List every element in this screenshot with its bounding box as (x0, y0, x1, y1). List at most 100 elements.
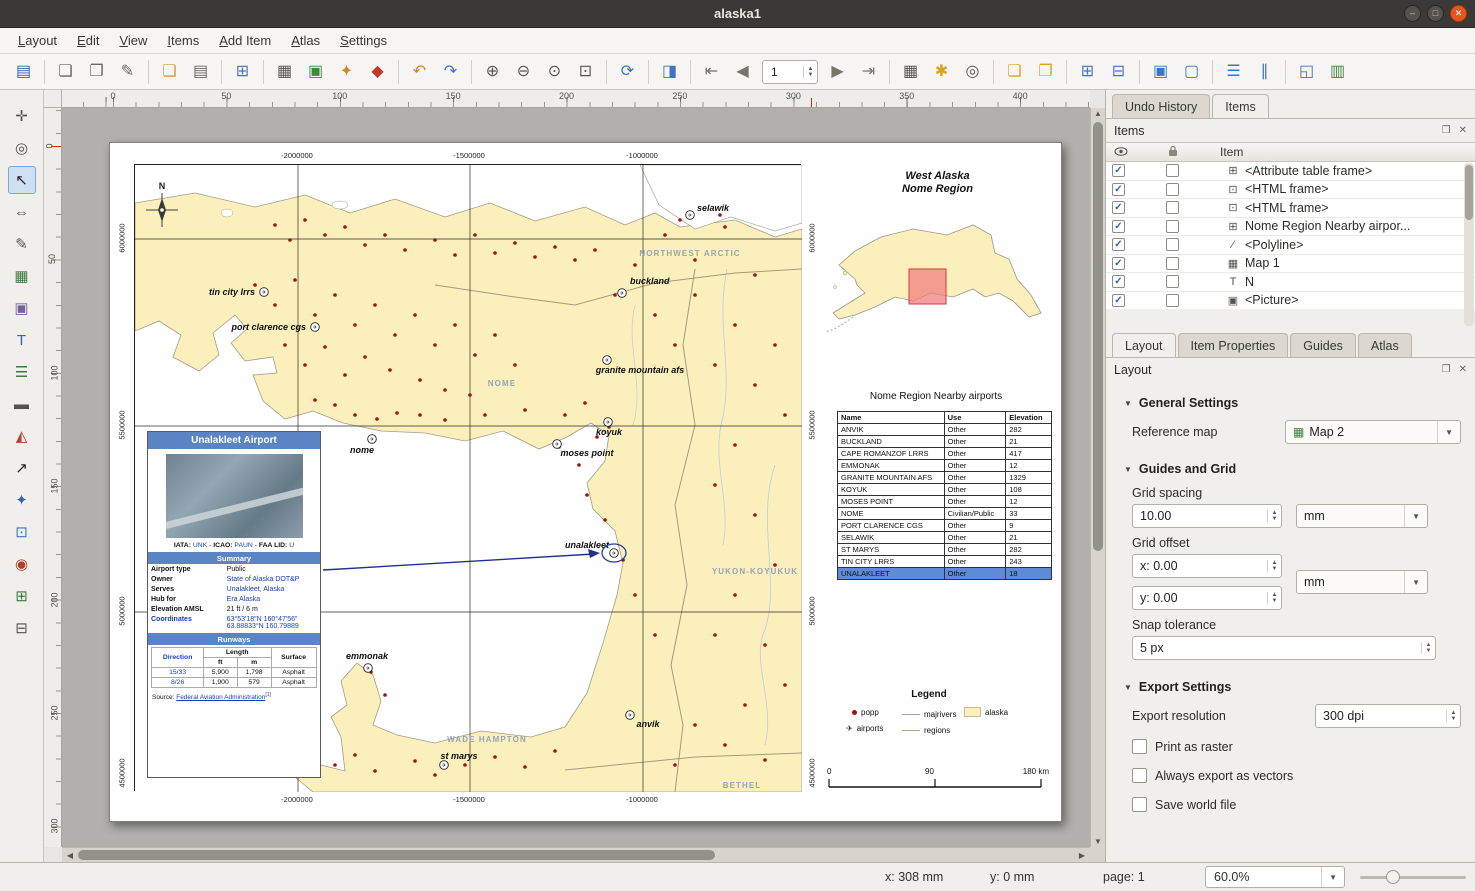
section-export-settings[interactable]: ▼ Export Settings (1106, 674, 1475, 700)
layout-manager-button[interactable]: ✎ (114, 58, 141, 85)
add-arrow-tool[interactable]: ↗ (8, 454, 36, 482)
add-legend-tool[interactable]: ☰ (8, 358, 36, 386)
items-row[interactable]: ✓TN (1106, 273, 1475, 292)
items-row[interactable]: ✓⊞<Attribute table frame> (1106, 162, 1475, 181)
horizontal-scrollbar[interactable]: ◀ ▶ (62, 847, 1090, 862)
print-atlas-button[interactable]: ▦ (897, 58, 924, 85)
lock-checkbox[interactable] (1166, 238, 1179, 251)
lock-items-button[interactable]: ▣ (1147, 58, 1174, 85)
zoom-slider-handle[interactable] (1386, 870, 1400, 884)
items-row[interactable]: ✓▣<Picture> (1106, 292, 1475, 310)
atlas-preview-button[interactable]: ◨ (656, 58, 683, 85)
item-options-button[interactable]: ▥ (1324, 58, 1351, 85)
add-html-tool[interactable]: ⊡ (8, 518, 36, 546)
zoom-out-button[interactable]: ⊖ (510, 58, 537, 85)
html-frame-item[interactable]: Unalakleet Airport IATA: UNK - ICAO: PAU… (147, 431, 321, 778)
lock-checkbox[interactable] (1166, 294, 1179, 307)
grid-spacing-spin[interactable]: 10.00 ▲▼ (1132, 504, 1282, 528)
undo-button[interactable]: ↶ (406, 58, 433, 85)
attribute-table-title[interactable]: Nome Region Nearby airports (826, 391, 1046, 402)
grid-offset-y-spin[interactable]: y: 0.00 ▲▼ (1132, 586, 1282, 610)
tab-undo-history[interactable]: Undo History (1112, 94, 1210, 119)
tab-guides[interactable]: Guides (1290, 333, 1356, 358)
items-row[interactable]: ✓⊡<HTML frame> (1106, 199, 1475, 218)
open-layout-button[interactable]: ❏ (156, 58, 183, 85)
atlas-settings-button[interactable]: ✱ (928, 58, 955, 85)
save-world-file-checkbox[interactable] (1132, 797, 1147, 812)
previous-feature-button[interactable]: ◀ (729, 58, 756, 85)
snap-tolerance-spin[interactable]: 5 px ▲▼ (1132, 636, 1436, 660)
grid-offset-unit-combo[interactable]: mm ▼ (1296, 570, 1428, 594)
visibility-checkbox[interactable]: ✓ (1112, 201, 1125, 214)
close-panel-icon[interactable]: ✕ (1459, 364, 1467, 375)
menu-view[interactable]: View (109, 29, 157, 53)
print-button[interactable]: ▦ (271, 58, 298, 85)
unlock-items-button[interactable]: ▢ (1178, 58, 1205, 85)
zoom-full-button[interactable]: ⊡ (572, 58, 599, 85)
tab-items[interactable]: Items (1212, 94, 1269, 119)
vertical-scrollbar[interactable]: ▲ ▼ (1090, 108, 1105, 847)
lock-checkbox[interactable] (1166, 183, 1179, 196)
ungroup-items-button[interactable]: ⊟ (1105, 58, 1132, 85)
items-row[interactable]: ✓▦Map 1 (1106, 255, 1475, 274)
save-project-button[interactable]: ▤ (10, 58, 37, 85)
visibility-checkbox[interactable]: ✓ (1112, 275, 1125, 288)
reference-map-combo[interactable]: ▦ Map 2 ▼ (1285, 420, 1461, 444)
distribute-items-button[interactable]: ∥ (1251, 58, 1278, 85)
menu-add-item[interactable]: Add Item (209, 29, 281, 53)
zoom-actual-button[interactable]: ⊙ (541, 58, 568, 85)
resize-items-button[interactable]: ◱ (1293, 58, 1320, 85)
items-row[interactable]: ✓⊡<HTML frame> (1106, 181, 1475, 200)
move-item-content-tool[interactable]: ⇔ (8, 198, 36, 226)
items-row[interactable]: ✓⊞Nome Region Nearby airpor... (1106, 218, 1475, 237)
tab-item-properties[interactable]: Item Properties (1178, 333, 1289, 358)
always-export-vectors-checkbox[interactable] (1132, 768, 1147, 783)
print-as-raster-checkbox[interactable] (1132, 739, 1147, 754)
maximize-icon[interactable]: □ (1427, 5, 1444, 22)
add-label-tool[interactable]: T (8, 326, 36, 354)
add-attribute-table-tool[interactable]: ⊞ (8, 582, 36, 610)
menu-atlas[interactable]: Atlas (281, 29, 330, 53)
menu-settings[interactable]: Settings (330, 29, 397, 53)
menu-layout[interactable]: Layout (8, 29, 67, 53)
section-guides-and-grid[interactable]: ▼ Guides and Grid (1106, 456, 1475, 482)
legend-title[interactable]: Legend (879, 689, 979, 700)
items-row[interactable]: ✓∕<Polyline> (1106, 236, 1475, 255)
next-feature-button[interactable]: ▶ (824, 58, 851, 85)
close-icon[interactable]: ✕ (1450, 5, 1467, 22)
spin-arrows[interactable]: ▲▼ (803, 66, 817, 78)
first-feature-button[interactable]: ⇤ (698, 58, 725, 85)
layout-page[interactable]: ✈selawik✈buckland✈tin city lrrs✈port cla… (109, 142, 1062, 822)
lock-checkbox[interactable] (1166, 164, 1179, 177)
grid-offset-x-spin[interactable]: x: 0.00 ▲▼ (1132, 554, 1282, 578)
export-svg-button[interactable]: ✦ (333, 58, 360, 85)
items-scrollbar[interactable] (1464, 163, 1474, 326)
paste-style-button[interactable]: ❐ (1032, 58, 1059, 85)
redo-button[interactable]: ↷ (437, 58, 464, 85)
add-map-tool[interactable]: ▦ (8, 262, 36, 290)
tab-atlas[interactable]: Atlas (1358, 333, 1412, 358)
lock-checkbox[interactable] (1166, 220, 1179, 233)
add-picture-tool[interactable]: ▣ (8, 294, 36, 322)
new-layout-button[interactable]: ❏ (52, 58, 79, 85)
visibility-checkbox[interactable]: ✓ (1112, 238, 1125, 251)
copy-style-button[interactable]: ❏ (1001, 58, 1028, 85)
add-node-item-tool[interactable]: ✦ (8, 486, 36, 514)
overview-map-item[interactable] (825, 201, 1050, 349)
scalebar-item[interactable]: 0 90 180 km (827, 767, 1049, 792)
zoom-tool-tool[interactable]: ◎ (8, 134, 36, 162)
export-image-button[interactable]: ▣ (302, 58, 329, 85)
minimize-icon[interactable]: – (1404, 5, 1421, 22)
attribute-table-item[interactable]: NameUseElevationANVIKOther282BUCKLANDOth… (837, 411, 1052, 580)
float-panel-icon[interactable]: ❐ (1442, 364, 1451, 375)
add-scalebar-tool[interactable]: ▬ (8, 390, 36, 418)
float-panel-icon[interactable]: ❐ (1442, 125, 1451, 136)
last-feature-button[interactable]: ⇥ (855, 58, 882, 85)
zoom-slider[interactable] (1360, 876, 1466, 879)
select-move-item-tool[interactable]: ↖ (8, 166, 36, 194)
layout-canvas[interactable]: ✈selawik✈buckland✈tin city lrrs✈port cla… (62, 108, 1090, 847)
lock-checkbox[interactable] (1166, 275, 1179, 288)
page-number-spinbox[interactable]: 1▲▼ (762, 60, 818, 84)
menu-edit[interactable]: Edit (67, 29, 109, 53)
visibility-checkbox[interactable]: ✓ (1112, 164, 1125, 177)
